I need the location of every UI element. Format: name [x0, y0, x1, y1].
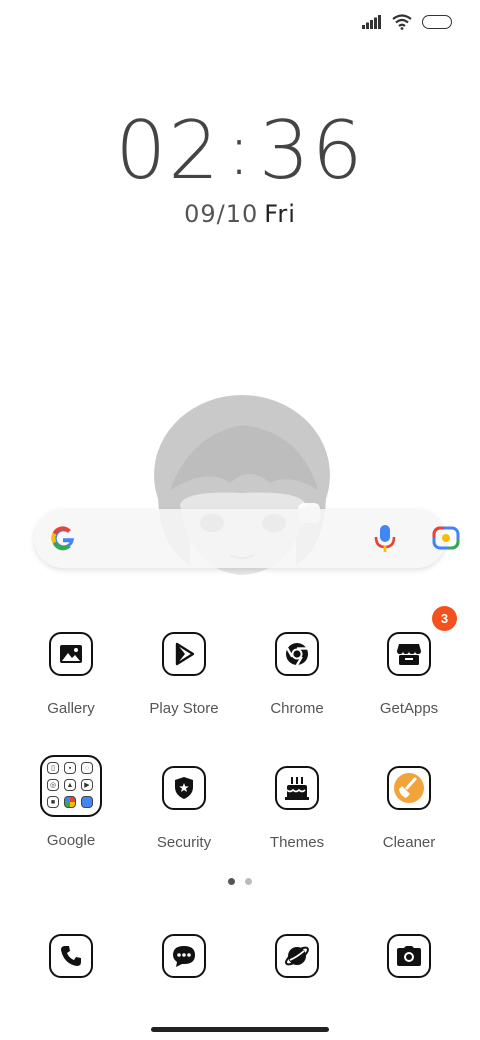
app-label-security: Security — [156, 834, 212, 851]
page-dot[interactable] — [245, 878, 252, 885]
themes-cake-icon — [275, 766, 319, 810]
page-dot-current[interactable] — [228, 878, 235, 885]
folder-label-google: Google — [46, 832, 96, 849]
lockscreen-clock[interactable]: 02:36 — [0, 104, 480, 197]
mini-app-icon: ▲ — [64, 779, 76, 791]
dock-browser[interactable] — [242, 934, 352, 978]
app-getapps[interactable]: 3 GetApps — [354, 606, 464, 717]
gallery-icon — [49, 632, 93, 676]
cleaner-broom-icon — [387, 766, 431, 810]
getapps-icon: 3 — [387, 606, 457, 676]
dock-messages[interactable] — [129, 934, 239, 978]
app-label-gallery: Gallery — [47, 700, 95, 717]
clock-separator: : — [227, 109, 253, 191]
mini-photos-icon — [64, 796, 76, 808]
app-play-store[interactable]: Play Store — [129, 632, 239, 717]
app-chrome[interactable]: Chrome — [242, 632, 352, 717]
mini-app-icon: ▪ — [64, 762, 76, 774]
mini-app-icon: ◎ — [47, 779, 59, 791]
google-lens-icon[interactable] — [432, 525, 460, 551]
dock-phone[interactable] — [16, 934, 126, 978]
clock-minutes: 36 — [258, 104, 365, 197]
status-bar — [362, 10, 452, 34]
app-label-cleaner: Cleaner — [382, 834, 436, 851]
battery-icon — [422, 15, 452, 29]
google-folder-icon: ▯ ▪ ◌ ◎ ▲ ▶ ■ — [40, 755, 102, 817]
home-indicator[interactable] — [151, 1027, 329, 1032]
wifi-icon — [392, 14, 412, 30]
camera-icon — [387, 934, 431, 978]
mini-app-icon — [81, 796, 93, 808]
chrome-icon — [275, 632, 319, 676]
dock-camera[interactable] — [354, 934, 464, 978]
google-logo-icon — [51, 526, 74, 551]
page-indicator — [0, 878, 480, 885]
signal-icon — [362, 15, 381, 29]
app-label-getapps: GetApps — [379, 700, 439, 717]
date-display[interactable]: 09/10 Fri — [0, 200, 480, 228]
mini-app-icon: ▶ — [81, 779, 93, 791]
mini-app-icon: ▯ — [47, 762, 59, 774]
app-label-chrome: Chrome — [270, 700, 324, 717]
phone-icon — [49, 934, 93, 978]
date-value: 09/10 — [184, 200, 259, 228]
weekday: Fri — [264, 200, 296, 228]
app-label-themes: Themes — [269, 834, 325, 851]
notification-badge: 3 — [432, 606, 457, 631]
app-themes[interactable]: Themes — [242, 766, 352, 851]
play-store-icon — [162, 632, 206, 676]
clock-hours: 02 — [115, 104, 222, 197]
app-gallery[interactable]: Gallery — [16, 632, 126, 717]
microphone-icon[interactable] — [374, 523, 396, 553]
messages-icon — [162, 934, 206, 978]
mini-app-icon: ◌ — [81, 762, 93, 774]
security-shield-icon — [162, 766, 206, 810]
app-label-play-store: Play Store — [149, 700, 219, 717]
app-security[interactable]: Security — [129, 766, 239, 851]
app-cleaner[interactable]: Cleaner — [354, 766, 464, 851]
browser-planet-icon — [275, 934, 319, 978]
google-search-bar[interactable] — [34, 509, 460, 568]
folder-google[interactable]: ▯ ▪ ◌ ◎ ▲ ▶ ■ Google — [16, 755, 126, 849]
mini-app-icon: ■ — [47, 796, 59, 808]
